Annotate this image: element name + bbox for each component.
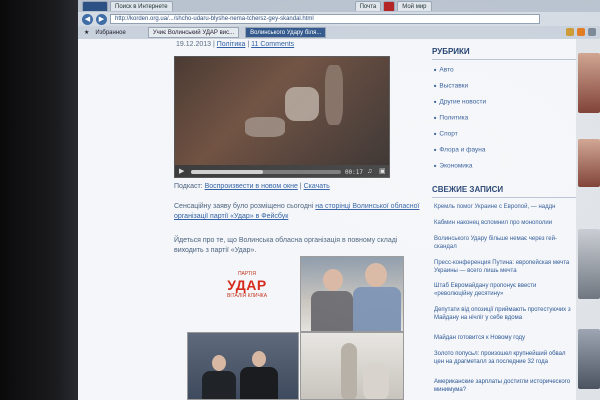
post-comments-link[interactable]: 11 Comments [251, 41, 294, 48]
podcast-line: Подкаст: Воспроизвести в новом окне | Ск… [174, 183, 330, 190]
recent-post-link[interactable]: Штаб Евромайдану пропонує ввести «револю… [434, 282, 572, 298]
recent-post-link[interactable]: Кабмин наконец вспомнил про монополии [434, 219, 572, 227]
podcast-play-link[interactable]: Воспроизвести в новом окне [205, 183, 298, 190]
bookmarks-bar: ★ Избранное Учиє Волинський УДАР вис... … [78, 26, 600, 39]
monitor-bezel [0, 0, 80, 400]
post-meta: 19.12.2013 | Політика | 11 Comments [176, 41, 295, 48]
article-photo-1[interactable] [300, 256, 404, 332]
logo-udar-text: УДАР [227, 277, 267, 293]
fullscreen-icon[interactable]: ▣ [379, 168, 387, 176]
open-tab-1[interactable]: Учиє Волинський УДАР вис... [147, 27, 240, 38]
recent-post-link[interactable]: Кремль помог Украине с Европой, — наддн [434, 203, 572, 211]
rubric-item[interactable]: Флора и фауна [434, 146, 574, 155]
udar-logo: ПАРТІЯ УДАР ВІТАЛІЯ КЛИЧКА [222, 271, 272, 299]
rubric-item[interactable]: Политика [434, 114, 574, 123]
ad-image[interactable] [578, 139, 600, 187]
article-photo-2[interactable] [187, 332, 299, 400]
podcast-download-link[interactable]: Скачать [304, 183, 330, 190]
recent-post-link[interactable]: Майдан готовится к Новому году [434, 334, 572, 342]
navigation-bar: ◀ ▶ http://korden.org.ua/.../shcho-udaru… [78, 12, 600, 26]
recent-posts-heading: СВЕЖИЕ ЗАПИСИ [432, 185, 504, 194]
web-page: 19.12.2013 | Політика | 11 Comments ▶ 00… [78, 39, 600, 400]
tab-browser-logo[interactable] [82, 1, 108, 11]
sidebar: РУБРИКИ Авто Выставки Другие новости Пол… [428, 39, 578, 400]
recent-post-link[interactable]: Пресс-конференция Путина: европейская ме… [434, 259, 572, 275]
tab-mail[interactable]: Почта [354, 1, 382, 11]
recent-post-link[interactable]: Депутати від опозиції приймають протесту… [434, 306, 572, 322]
monitor: Поиск в Интернете Почта Мой мир ◀ ▶ http… [0, 0, 600, 400]
tab-strip: Поиск в Интернете Почта Мой мир [78, 0, 600, 12]
logo-sub-label: ВІТАЛІЯ КЛИЧКА [226, 293, 268, 299]
article-paragraph-2: Йдеться про те, що Волинська обласна орг… [174, 237, 398, 254]
back-arrow-icon[interactable]: ◀ [82, 13, 93, 25]
rubrics-heading: РУБРИКИ [432, 47, 470, 56]
tab-red-icon[interactable] [383, 1, 396, 11]
video-progress-bar[interactable] [191, 170, 341, 174]
volume-icon[interactable]: ♫ [367, 168, 375, 176]
ad-image[interactable] [578, 229, 600, 299]
sidebar-divider [432, 197, 576, 198]
rubric-item[interactable]: Выставки [434, 82, 574, 91]
browser-screen: Поиск в Интернете Почта Мой мир ◀ ▶ http… [78, 0, 600, 400]
article: 19.12.2013 | Політика | 11 Comments ▶ 00… [88, 39, 424, 400]
article-paragraph-1: Сенсаційну заяву було розміщено сьогодні… [174, 202, 424, 222]
favorites-label[interactable]: Избранное [95, 30, 125, 36]
right-ad-strip [576, 39, 600, 400]
tab-my-world[interactable]: Мой мир [397, 1, 432, 11]
rss-icon[interactable] [577, 28, 585, 36]
video-progress-fill [191, 170, 263, 174]
address-bar[interactable]: http://korden.org.ua/.../shcho-udaru-bly… [110, 14, 540, 24]
home-icon[interactable] [566, 28, 574, 36]
video-time: 00:17 [344, 168, 363, 176]
toolbar-icons [566, 28, 596, 36]
video-frame[interactable] [175, 57, 389, 165]
post-date: 19.12.2013 [176, 41, 212, 48]
article-photo-3[interactable] [300, 332, 404, 400]
forward-arrow-icon[interactable]: ▶ [96, 13, 107, 25]
video-controls: ▶ 00:17 ♫ ▣ [175, 165, 389, 177]
video-player[interactable]: ▶ 00:17 ♫ ▣ [174, 56, 390, 178]
ad-image[interactable] [578, 53, 600, 113]
ad-image[interactable] [578, 329, 600, 389]
favorites-star-icon[interactable]: ★ [84, 29, 89, 36]
recent-post-link[interactable]: Золото попусьл: произошел крупнейший обв… [434, 350, 572, 366]
print-icon[interactable] [588, 28, 596, 36]
play-icon[interactable]: ▶ [179, 168, 187, 176]
post-category-link[interactable]: Політика [217, 41, 246, 48]
recent-post-link[interactable]: Американские зарплаты достигли историчес… [434, 378, 572, 394]
rubric-item[interactable]: Экономика [434, 162, 574, 171]
rubric-item[interactable]: Авто [434, 66, 574, 75]
open-tab-2[interactable]: Волинського Удару біля... [245, 27, 327, 38]
rubric-item[interactable]: Спорт [434, 130, 574, 139]
paragraph-1-text: Сенсаційну заяву було розміщено сьогодні [174, 203, 316, 210]
rubric-item[interactable]: Другие новости [434, 98, 574, 107]
sidebar-divider [432, 59, 576, 60]
tab-search[interactable]: Поиск в Интернете [110, 1, 173, 11]
recent-post-link[interactable]: Волинського Удару більше немає через гей… [434, 235, 572, 251]
podcast-prefix: Подкаст: [174, 183, 203, 190]
